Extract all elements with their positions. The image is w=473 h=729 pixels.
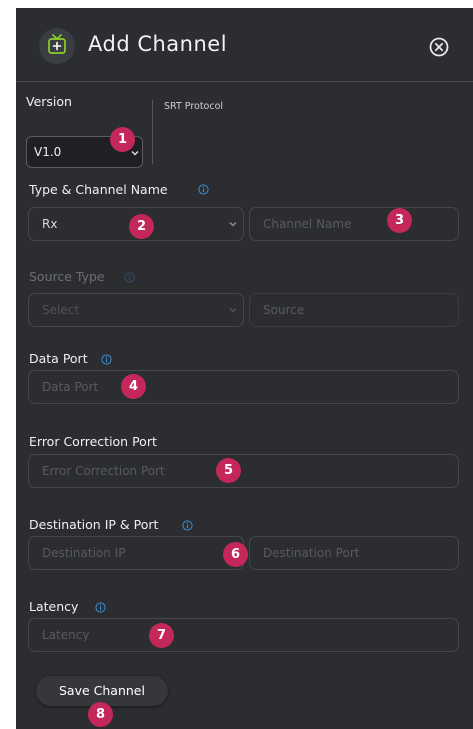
source-type-label: Source Type (29, 269, 105, 284)
chevron-down-icon (229, 308, 237, 313)
destination-ip-input[interactable] (28, 536, 244, 570)
channel-name-input[interactable] (249, 207, 459, 241)
source-type-select-value: Select (42, 303, 80, 317)
latency-input[interactable] (28, 618, 459, 652)
destination-label: Destination IP & Port (29, 517, 159, 532)
info-icon[interactable] (95, 602, 106, 613)
type-channel-label: Type & Channel Name (29, 182, 168, 197)
data-port-input[interactable] (28, 370, 459, 404)
info-icon[interactable] (198, 184, 209, 195)
annotation-marker: 2 (129, 214, 154, 239)
info-icon[interactable] (182, 520, 193, 531)
version-select-value: V1.0 (34, 145, 62, 159)
dialog-header: Add Channel (16, 8, 473, 82)
chevron-down-icon (229, 222, 237, 227)
add-channel-dialog: Add Channel Version SRT Protocol V1.0 Ty… (16, 8, 473, 729)
info-icon[interactable] (101, 354, 112, 365)
annotation-marker: 3 (387, 208, 412, 233)
source-type-select[interactable]: Select (28, 293, 244, 327)
source-input[interactable] (249, 293, 459, 327)
version-label: Version (26, 94, 72, 109)
destination-port-input[interactable] (249, 536, 459, 570)
annotation-marker: 4 (121, 374, 146, 399)
annotation-marker: 8 (88, 702, 113, 727)
annotation-marker: 6 (223, 542, 248, 567)
latency-label: Latency (29, 599, 79, 614)
tv-add-icon (39, 28, 75, 64)
close-circle-icon[interactable] (428, 36, 450, 58)
type-select-value: Rx (42, 217, 58, 231)
data-port-label: Data Port (29, 351, 88, 366)
divider (152, 100, 153, 164)
chevron-down-icon (131, 151, 139, 156)
annotation-marker: 1 (110, 127, 135, 152)
info-icon[interactable] (124, 272, 135, 283)
annotation-marker: 5 (216, 458, 241, 483)
error-correction-input[interactable] (28, 454, 459, 488)
dialog-title: Add Channel (88, 32, 228, 56)
annotation-marker: 7 (149, 623, 174, 648)
protocol-label: SRT Protocol (164, 101, 224, 112)
error-correction-label: Error Correction Port (29, 434, 157, 449)
